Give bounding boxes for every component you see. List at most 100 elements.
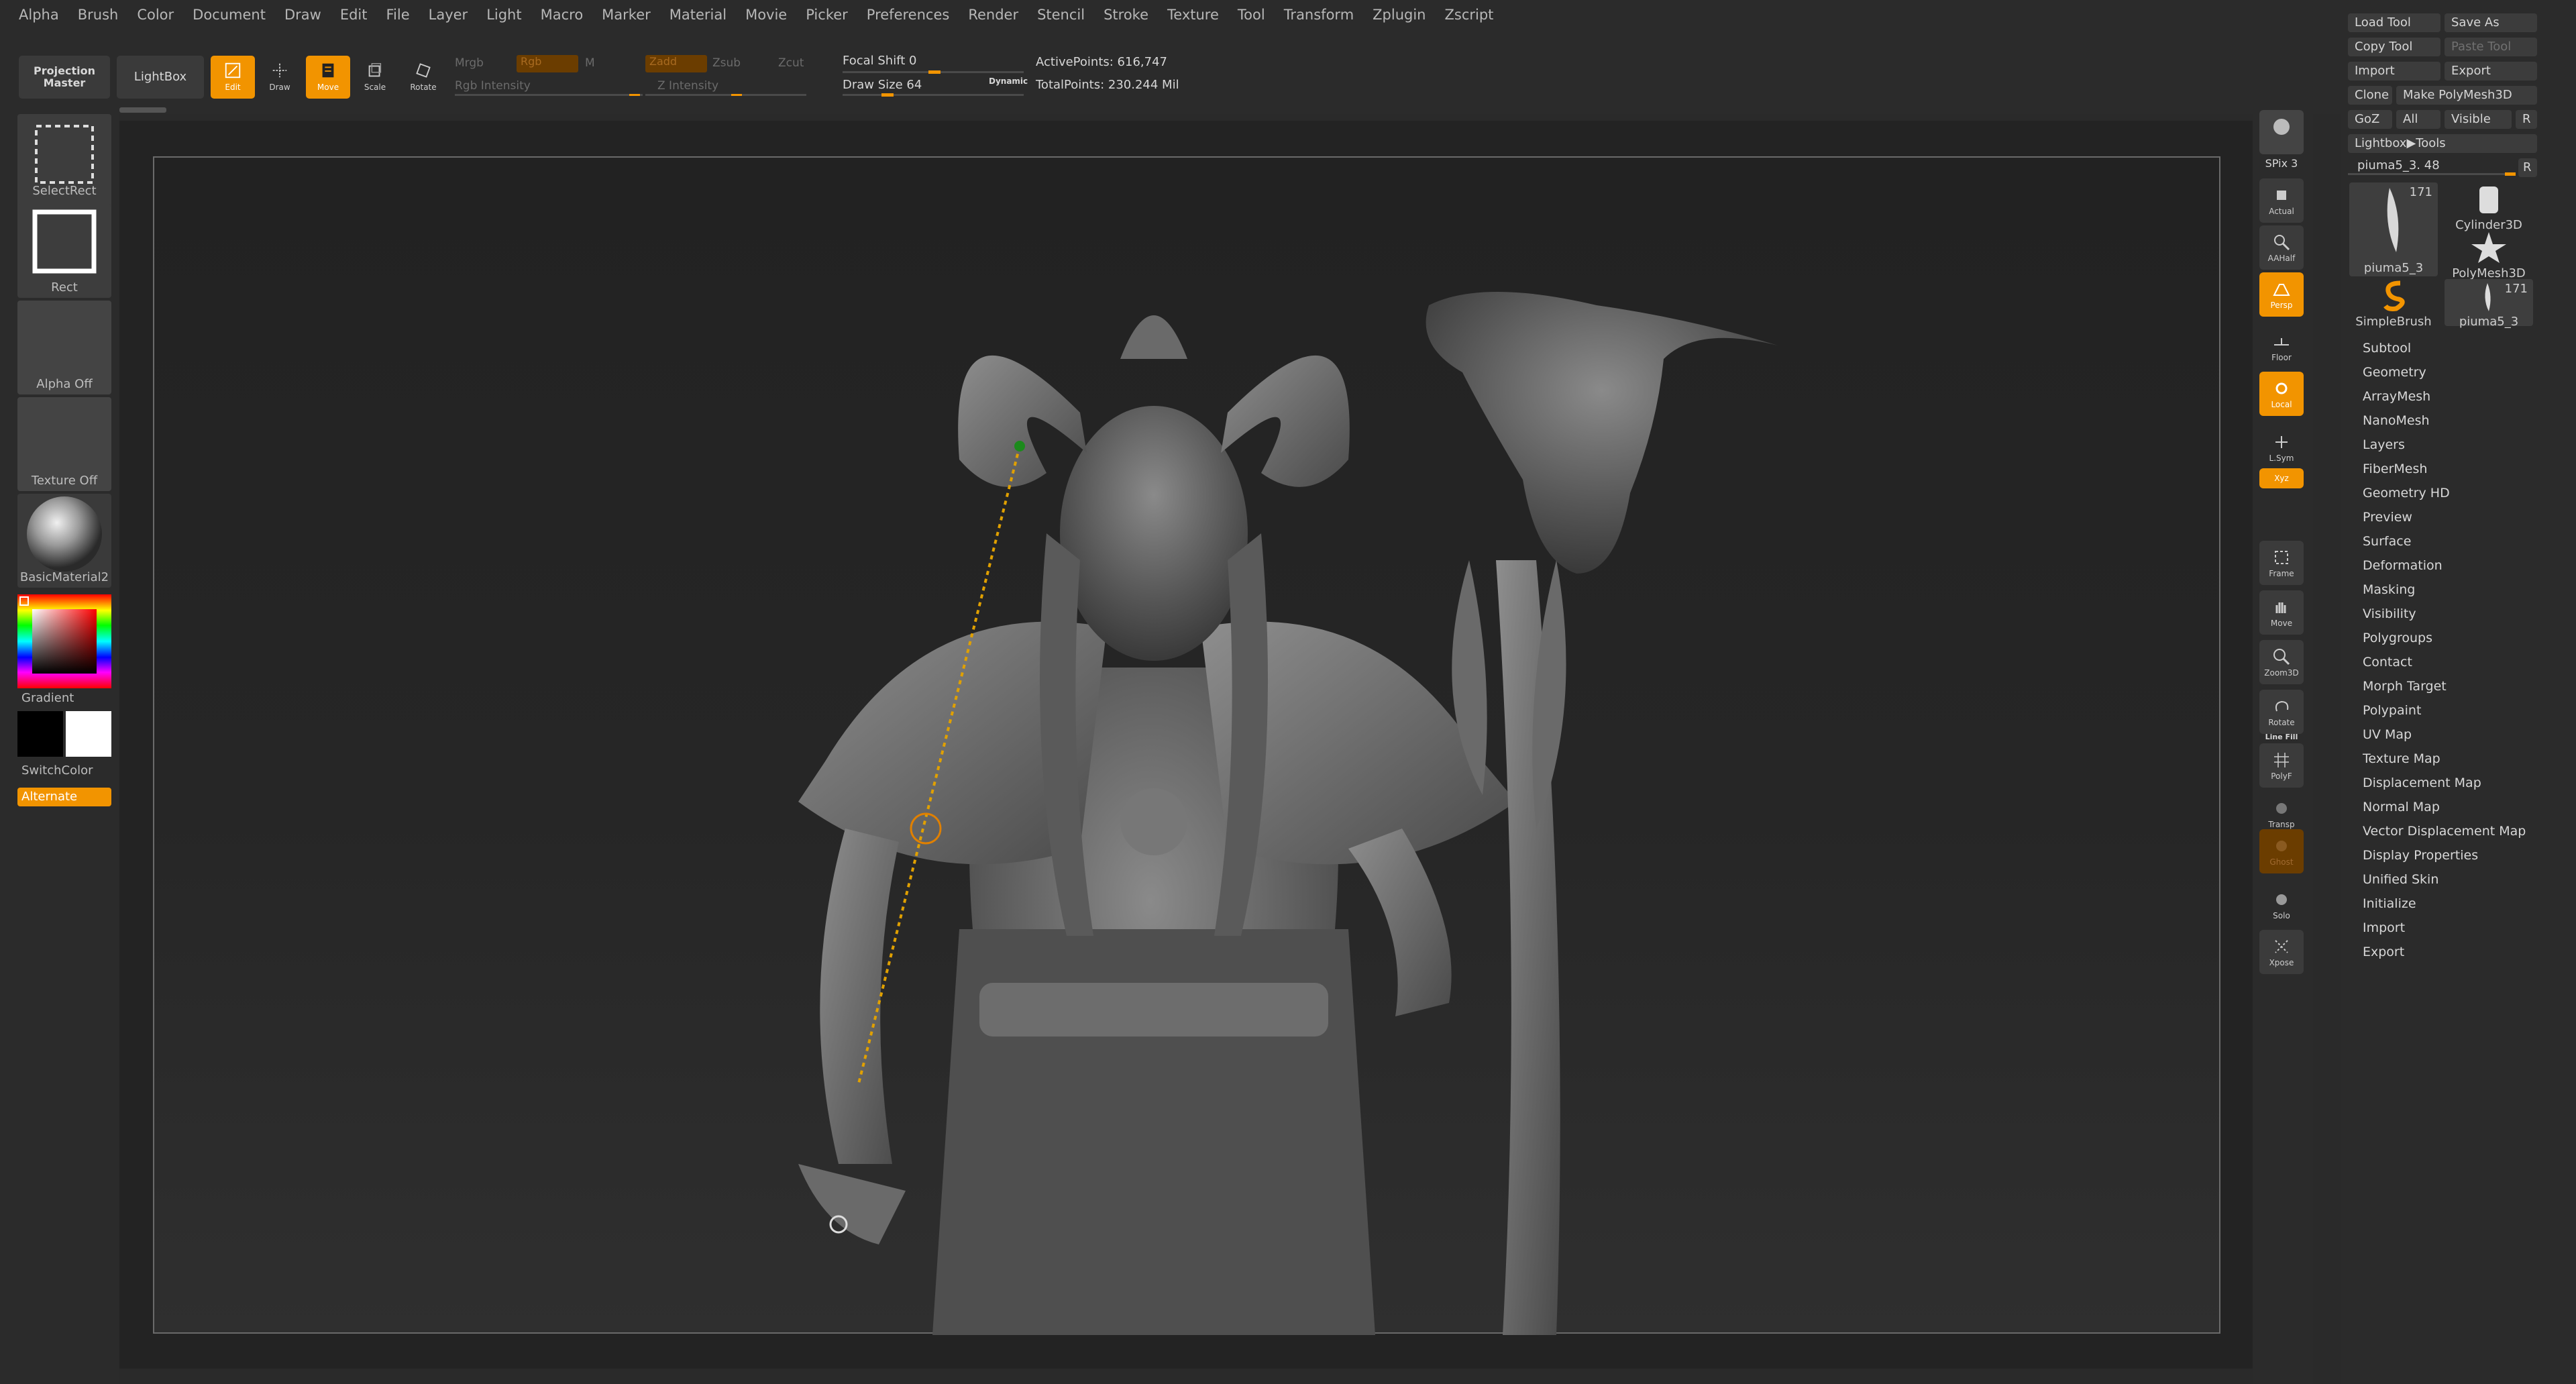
- subpalette-unified-skin[interactable]: Unified Skin: [2363, 872, 2438, 887]
- lsym-button[interactable]: L.Sym: [2259, 425, 2304, 470]
- subpalette-polygroups[interactable]: Polygroups: [2363, 631, 2432, 645]
- aahalf-button[interactable]: AAHalf: [2259, 225, 2304, 270]
- tool-thumb-simplebrush[interactable]: SimpleBrush: [2349, 279, 2438, 329]
- tool-thumb-cylinder[interactable]: Cylinder3D: [2445, 182, 2533, 232]
- draw-button[interactable]: Draw: [258, 56, 302, 99]
- subpalette-vector-displacement-map[interactable]: Vector Displacement Map: [2363, 824, 2526, 839]
- menu-file[interactable]: File: [386, 7, 409, 23]
- alternate-button[interactable]: Alternate: [17, 788, 111, 806]
- make-polymesh-button[interactable]: Make PolyMesh3D: [2396, 86, 2537, 105]
- canvas-viewport[interactable]: [153, 156, 2222, 1335]
- subpalette-masking[interactable]: Masking: [2363, 582, 2415, 597]
- draw-size-slider[interactable]: [843, 94, 1024, 96]
- switch-color-button[interactable]: SwitchColor: [17, 763, 111, 778]
- gradient-label[interactable]: Gradient: [17, 691, 111, 705]
- menu-material[interactable]: Material: [669, 7, 727, 23]
- subpalette-display-properties[interactable]: Display Properties: [2363, 848, 2478, 863]
- tool-thumb-piuma-2[interactable]: 171 piuma5_3: [2445, 279, 2533, 329]
- goz-button[interactable]: GoZ: [2348, 110, 2392, 129]
- zsub-button[interactable]: Zsub: [712, 56, 741, 70]
- subpalette-initialize[interactable]: Initialize: [2363, 896, 2416, 911]
- goz-r-button[interactable]: R: [2516, 110, 2537, 129]
- subpalette-import[interactable]: Import: [2363, 920, 2405, 935]
- menu-document[interactable]: Document: [193, 7, 266, 23]
- paste-tool-button[interactable]: Paste Tool: [2445, 38, 2537, 56]
- xpose-button[interactable]: Xpose: [2259, 930, 2304, 974]
- tool-thumb-piuma-1[interactable]: 171 piuma5_3: [2349, 182, 2438, 276]
- menu-brush[interactable]: Brush: [78, 7, 119, 23]
- m-button[interactable]: M: [585, 56, 595, 70]
- floor-button[interactable]: Floor: [2259, 325, 2304, 369]
- menu-layer[interactable]: Layer: [429, 7, 468, 23]
- menu-texture[interactable]: Texture: [1167, 7, 1219, 23]
- subpalette-nanomesh[interactable]: NanoMesh: [2363, 413, 2430, 428]
- mrgb-button[interactable]: Mrgb: [455, 56, 484, 70]
- zadd-button[interactable]: Zadd: [645, 55, 707, 72]
- lightbox-tools-button[interactable]: Lightbox▶Tools: [2348, 134, 2537, 153]
- spix-label[interactable]: SPix 3: [2257, 157, 2306, 170]
- tool-r-button[interactable]: R: [2518, 158, 2537, 177]
- z-intensity-slider[interactable]: [645, 94, 806, 96]
- scale-button[interactable]: Scale: [353, 56, 397, 99]
- move-button[interactable]: Move: [306, 56, 350, 99]
- zcut-button[interactable]: Zcut: [778, 56, 804, 70]
- save-as-button[interactable]: Save As: [2445, 13, 2537, 32]
- menu-marker[interactable]: Marker: [602, 7, 651, 23]
- copy-tool-button[interactable]: Copy Tool: [2348, 38, 2440, 56]
- menu-stencil[interactable]: Stencil: [1037, 7, 1085, 23]
- polyf-button[interactable]: PolyF: [2259, 743, 2304, 788]
- subpalette-texture-map[interactable]: Texture Map: [2363, 751, 2440, 766]
- goz-visible-button[interactable]: Visible: [2445, 110, 2512, 129]
- load-tool-button[interactable]: Load Tool: [2348, 13, 2440, 32]
- actual-button[interactable]: Actual: [2259, 178, 2304, 223]
- menu-render[interactable]: Render: [968, 7, 1018, 23]
- menu-zscript[interactable]: Zscript: [1445, 7, 1494, 23]
- subpalette-arraymesh[interactable]: ArrayMesh: [2363, 389, 2430, 404]
- rgb-button[interactable]: Rgb: [517, 55, 578, 72]
- shelf-scrollbar[interactable]: [119, 107, 166, 113]
- menu-macro[interactable]: Macro: [541, 7, 584, 23]
- tool-thumb-polymesh[interactable]: PolyMesh3D: [2445, 231, 2533, 280]
- local-button[interactable]: Local: [2259, 372, 2304, 416]
- frame-button[interactable]: Frame: [2259, 541, 2304, 585]
- rotate-button[interactable]: Rotate: [401, 56, 445, 99]
- subpalette-layers[interactable]: Layers: [2363, 437, 2405, 452]
- subpalette-fibermesh[interactable]: FiberMesh: [2363, 462, 2427, 476]
- import-button[interactable]: Import: [2348, 62, 2440, 81]
- menu-edit[interactable]: Edit: [340, 7, 368, 23]
- dynamic-button[interactable]: Dynamic: [989, 76, 1028, 86]
- subpalette-morph-target[interactable]: Morph Target: [2363, 679, 2447, 694]
- subpalette-geometry-hd[interactable]: Geometry HD: [2363, 486, 2450, 500]
- secondary-color-swatch[interactable]: [66, 711, 111, 757]
- primary-color-swatch[interactable]: [17, 711, 63, 757]
- color-picker[interactable]: [17, 594, 111, 688]
- xyz-button[interactable]: Xyz: [2259, 468, 2304, 488]
- menu-light[interactable]: Light: [486, 7, 521, 23]
- menu-preferences[interactable]: Preferences: [867, 7, 950, 23]
- subpalette-contact[interactable]: Contact: [2363, 655, 2412, 670]
- subpalette-normal-map[interactable]: Normal Map: [2363, 800, 2440, 814]
- goz-all-button[interactable]: All: [2396, 110, 2440, 129]
- projection-master-button[interactable]: Projection Master: [19, 56, 110, 99]
- menu-movie[interactable]: Movie: [745, 7, 787, 23]
- menu-draw[interactable]: Draw: [284, 7, 321, 23]
- menu-zplugin[interactable]: Zplugin: [1373, 7, 1426, 23]
- current-tool-slider[interactable]: [2348, 173, 2516, 175]
- persp-button[interactable]: Persp: [2259, 272, 2304, 317]
- menu-picker[interactable]: Picker: [806, 7, 848, 23]
- shaman-sculpt-model[interactable]: [154, 158, 2222, 1335]
- subpalette-visibility[interactable]: Visibility: [2363, 606, 2416, 621]
- lightbox-button[interactable]: LightBox: [117, 56, 204, 99]
- subpalette-surface[interactable]: Surface: [2363, 534, 2411, 549]
- bpr-button[interactable]: [2259, 110, 2304, 154]
- ghost-button[interactable]: Ghost: [2259, 829, 2304, 873]
- zoom3d-button[interactable]: Zoom3D: [2259, 640, 2304, 684]
- menu-stroke[interactable]: Stroke: [1104, 7, 1148, 23]
- rotate-view-button[interactable]: Rotate: [2259, 690, 2304, 734]
- move-view-button[interactable]: Move: [2259, 590, 2304, 635]
- subpalette-displacement-map[interactable]: Displacement Map: [2363, 776, 2481, 790]
- subpalette-uv-map[interactable]: UV Map: [2363, 727, 2412, 742]
- edit-button[interactable]: Edit: [211, 56, 255, 99]
- export-button[interactable]: Export: [2445, 62, 2537, 81]
- menu-transform[interactable]: Transform: [1284, 7, 1354, 23]
